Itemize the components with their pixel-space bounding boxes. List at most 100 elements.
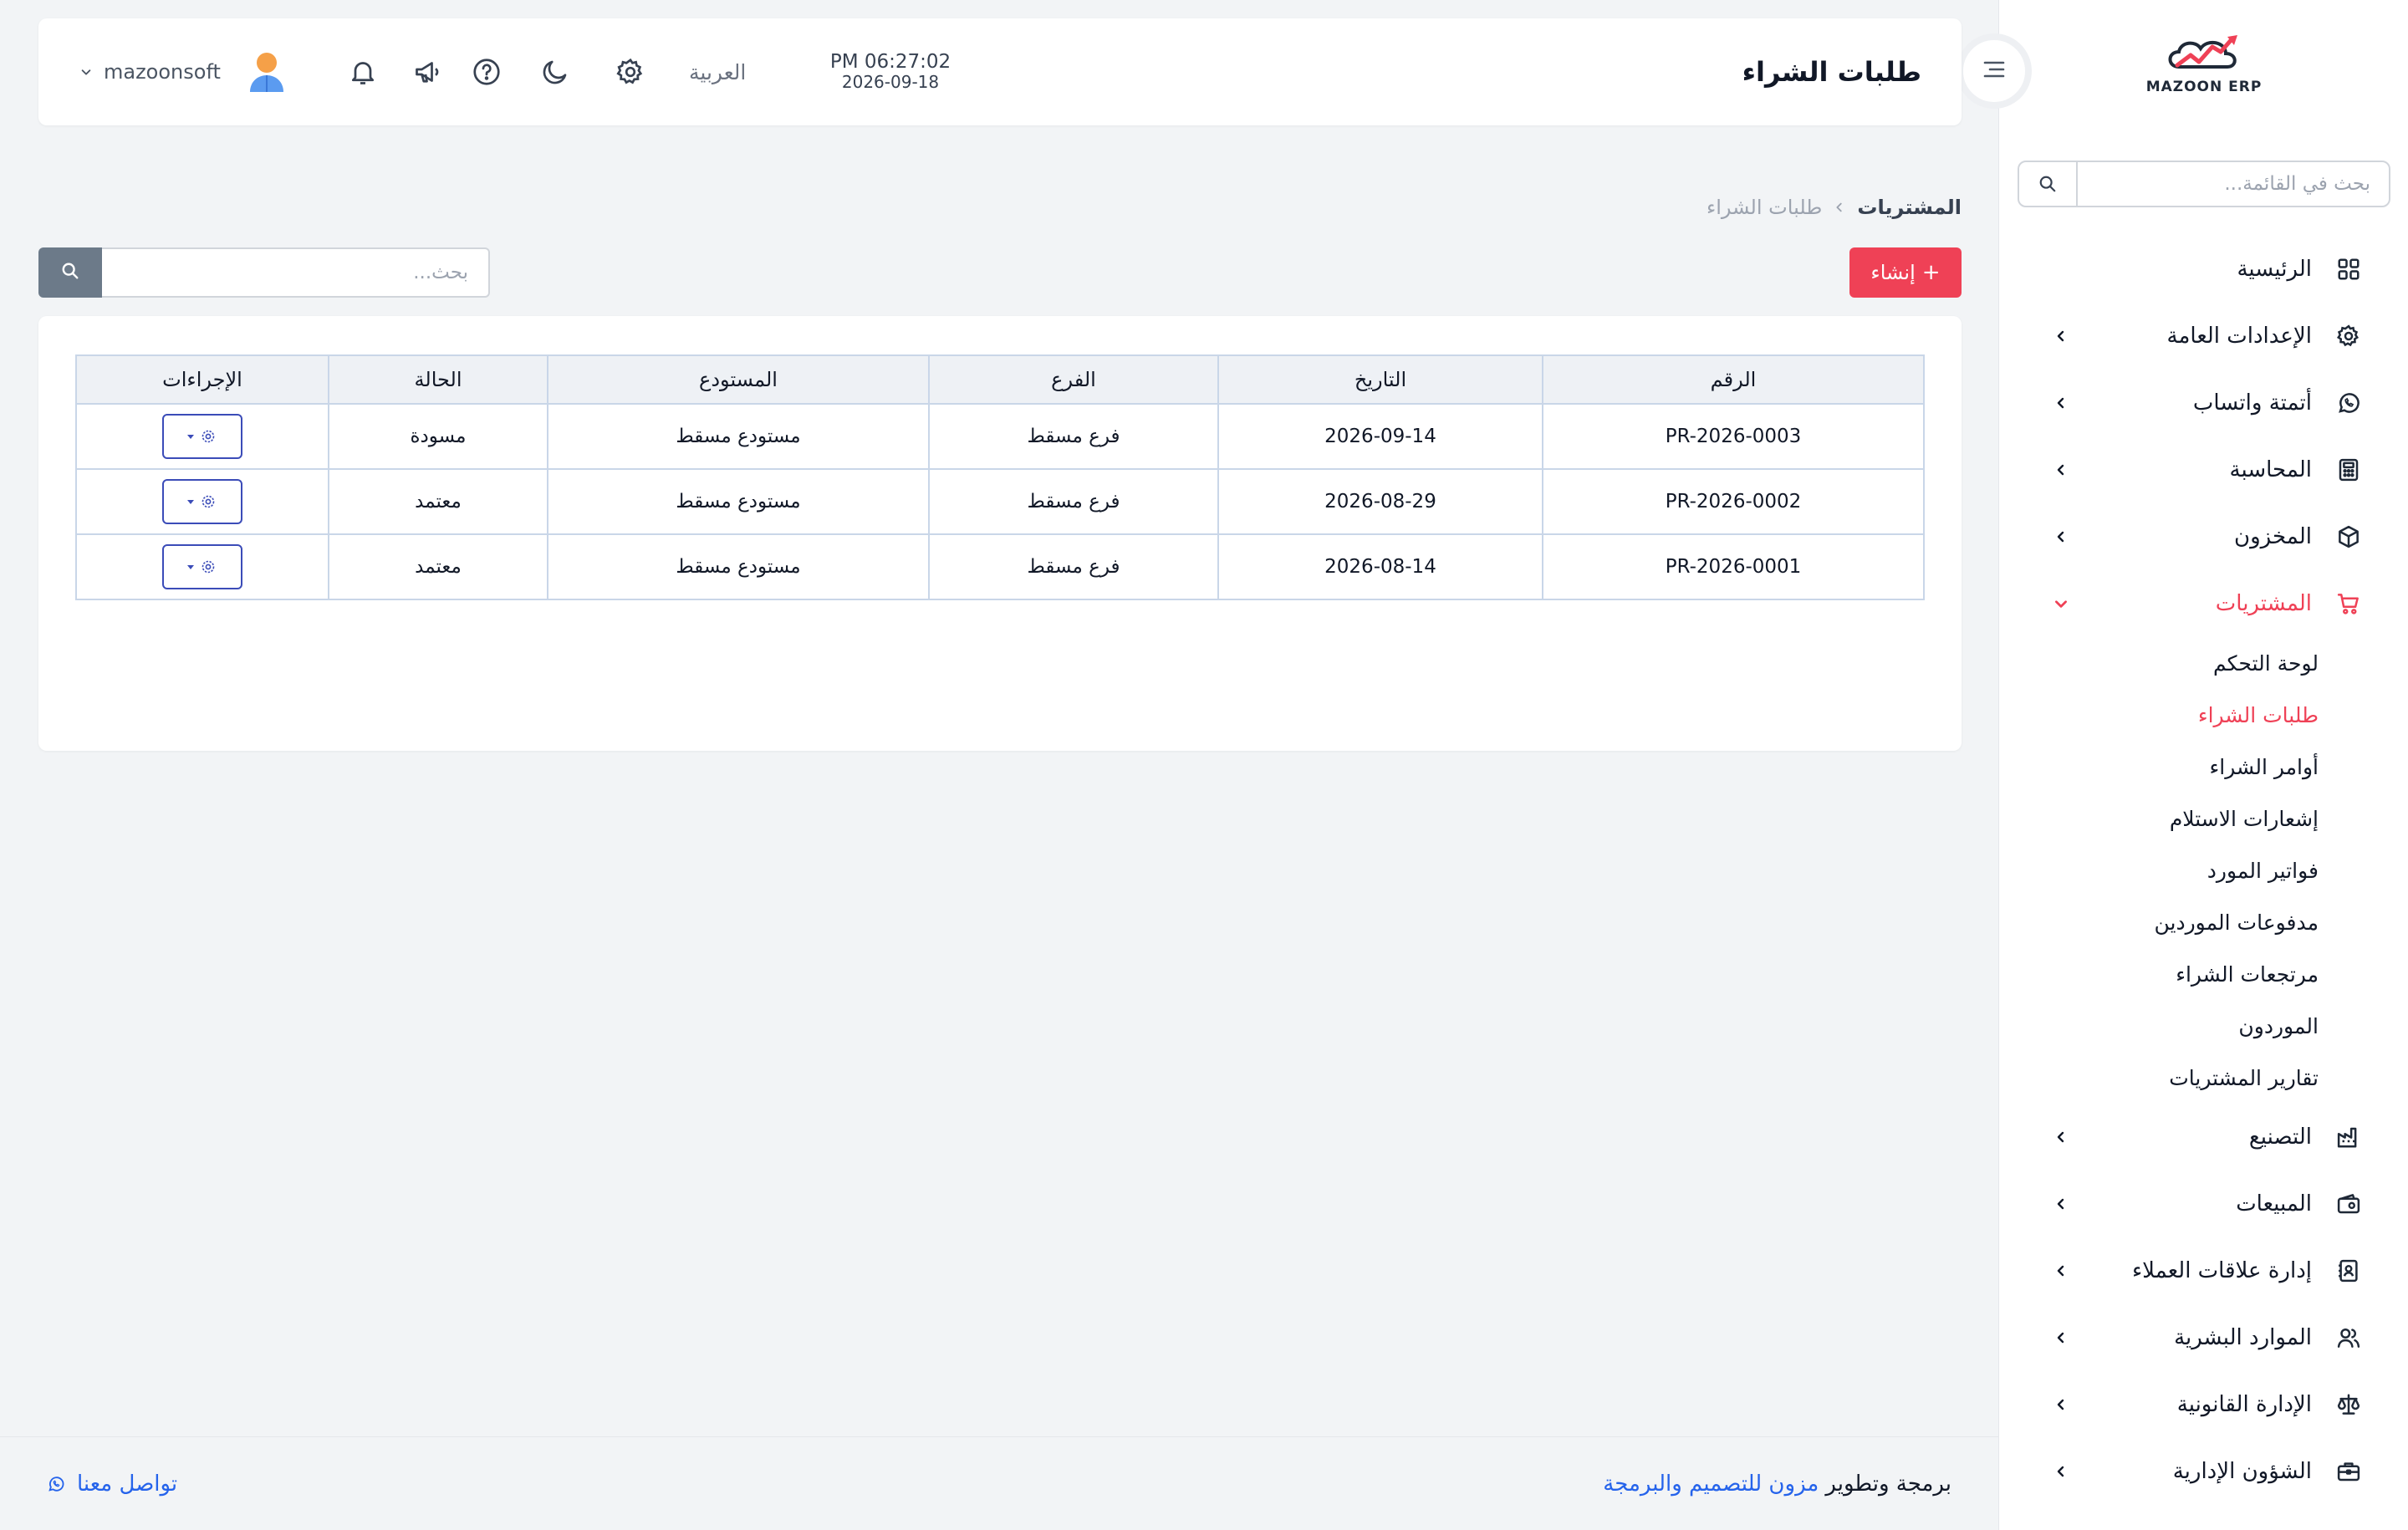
cell-status: معتمد <box>328 468 548 535</box>
dashboard-icon <box>2334 254 2364 284</box>
menu-icon <box>1982 59 2007 84</box>
row-actions-button[interactable] <box>162 479 242 524</box>
contact-label: تواصل معنا <box>77 1471 178 1497</box>
sidebar-item-purchases[interactable]: المشتريات <box>1999 570 2408 637</box>
contacts-icon <box>2334 1256 2364 1286</box>
table-row[interactable]: PR-2026-0003 2026-09-14 فرع مسقط مستودع … <box>75 403 1925 470</box>
clock-time: PM 06:27:02 <box>829 51 951 73</box>
credit-prefix: برمجة وتطوير <box>1825 1471 1951 1497</box>
sidebar-item-label: أتمتة واتساب <box>2192 390 2312 416</box>
credit-company-link[interactable]: مزون للتصميم والبرمجة <box>1603 1471 1819 1497</box>
submenu-item-purchase-orders[interactable]: أوامر الشراء <box>1999 741 2408 793</box>
announcement-icon[interactable] <box>410 54 446 90</box>
table-search <box>38 247 490 298</box>
row-actions-button[interactable] <box>162 414 242 459</box>
avatar <box>246 50 288 94</box>
submenu-item-purchase-returns[interactable]: مرتجعات الشراء <box>1999 948 2408 1000</box>
search-icon[interactable] <box>2019 162 2078 206</box>
chevron-left-icon <box>2049 1259 2073 1283</box>
column-header-number[interactable]: الرقم <box>1542 354 1925 405</box>
calculator-icon <box>2334 455 2364 485</box>
sidebar-item-crm[interactable]: إدارة علاقات العملاء <box>1999 1237 2408 1304</box>
cell-branch: فرع مسقط <box>928 403 1219 470</box>
sidebar-item-manufacturing[interactable]: التصنيع <box>1999 1104 2408 1170</box>
notification-icon[interactable] <box>344 54 381 90</box>
chevron-down-icon <box>2049 592 2073 615</box>
help-icon[interactable] <box>468 54 505 90</box>
logo-text: MAZOON ERP <box>2145 79 2263 95</box>
submenu-item-dashboard[interactable]: لوحة التحكم <box>1999 637 2408 689</box>
search-icon <box>61 262 79 283</box>
sidebar-item-sales[interactable]: المبيعات <box>1999 1170 2408 1237</box>
gear-dropdown-icon <box>187 495 215 508</box>
username: mazoonsoft <box>104 60 221 84</box>
logo-icon <box>2168 35 2237 69</box>
column-header-warehouse[interactable]: المستودع <box>547 354 930 405</box>
create-button[interactable]: + إنشاء <box>1849 247 1962 298</box>
gear-dropdown-icon <box>187 560 215 574</box>
user-menu[interactable]: mazoonsoft <box>79 18 288 125</box>
sidebar-item-label: المشتريات <box>2215 591 2312 616</box>
wallet-icon <box>2334 1189 2364 1219</box>
column-header-branch[interactable]: الفرع <box>928 354 1219 405</box>
table-row[interactable]: PR-2026-0002 2026-08-29 فرع مسقط مستودع … <box>75 468 1925 535</box>
cell-date: 2026-08-29 <box>1217 468 1543 535</box>
sidebar-item-label: الشؤون الإدارية <box>2172 1459 2312 1484</box>
breadcrumb-current: طلبات الشراء <box>1706 196 1823 219</box>
cell-warehouse: مستودع مسقط <box>547 533 930 600</box>
submenu-item-purchase-requests[interactable]: طلبات الشراء <box>1999 689 2408 741</box>
sidebar-item-admin-affairs[interactable]: الشؤون الإدارية <box>1999 1438 2408 1505</box>
breadcrumb-parent[interactable]: المشتريات <box>1857 196 1962 219</box>
users-icon <box>2334 1323 2364 1353</box>
sidebar-item-legal[interactable]: الإدارة القانونية <box>1999 1371 2408 1438</box>
app-logo[interactable]: MAZOON ERP <box>1999 33 2408 95</box>
page-title: طلبات الشراء <box>1742 56 1921 88</box>
sidebar-search-input[interactable] <box>2078 162 2389 206</box>
sidebar-item-general-settings[interactable]: الإعدادات العامة <box>1999 303 2408 370</box>
submenu-item-supplier-payments[interactable]: مدفوعات الموردين <box>1999 896 2408 948</box>
search-button[interactable] <box>38 247 102 298</box>
search-input[interactable] <box>102 247 490 298</box>
submenu-item-suppliers[interactable]: الموردون <box>1999 1000 2408 1052</box>
language-switcher[interactable]: العربية <box>689 18 746 125</box>
settings-icon[interactable] <box>612 54 649 90</box>
plus-icon: + <box>1921 260 1941 285</box>
cart-icon <box>2334 589 2364 619</box>
sidebar-item-accounting[interactable]: المحاسبة <box>1999 436 2408 503</box>
sidebar-item-inventory[interactable]: المخزون <box>1999 503 2408 570</box>
contact-us-link[interactable]: تواصل معنا <box>47 1437 177 1530</box>
dark-mode-icon[interactable] <box>537 54 574 90</box>
sidebar-toggle-button[interactable] <box>1956 33 2032 109</box>
cell-warehouse: مستودع مسقط <box>547 403 930 470</box>
cell-date: 2026-08-14 <box>1217 533 1543 600</box>
chevron-left-icon <box>1834 201 1845 213</box>
sidebar-item-hr[interactable]: الموارد البشرية <box>1999 1304 2408 1371</box>
submenu-item-supplier-invoices[interactable]: فواتير المورد <box>1999 844 2408 896</box>
cell-number: PR-2026-0003 <box>1542 403 1925 470</box>
sidebar-item-whatsapp[interactable]: أتمتة واتساب <box>1999 370 2408 436</box>
sidebar-item-home[interactable]: الرئيسية <box>1999 236 2408 303</box>
chevron-left-icon <box>2049 1326 2073 1349</box>
chevron-left-icon <box>2049 1460 2073 1483</box>
sidebar-search <box>2018 161 2390 207</box>
submenu-item-purchase-reports[interactable]: تقارير المشتريات <box>1999 1052 2408 1104</box>
cell-status: معتمد <box>328 533 548 600</box>
breadcrumb: المشتريات طلبات الشراء <box>1707 191 1962 224</box>
chevron-down-icon <box>79 64 94 79</box>
clock: PM 06:27:02 2026-09-18 <box>794 51 987 91</box>
row-actions-button[interactable] <box>162 544 242 589</box>
column-header-date[interactable]: التاريخ <box>1217 354 1543 405</box>
sidebar-item-label: الإدارة القانونية <box>2176 1392 2312 1417</box>
chevron-left-icon <box>2049 1393 2073 1416</box>
gear-dropdown-icon <box>187 430 215 443</box>
column-header-actions: الإجراءات <box>75 354 329 405</box>
cell-status: مسودة <box>328 403 548 470</box>
sidebar: MAZOON ERP الرئيسية الإعدادات العامة أتم… <box>1998 0 2408 1530</box>
column-header-status[interactable]: الحالة <box>328 354 548 405</box>
submenu-item-receipt-notes[interactable]: إشعارات الاستلام <box>1999 793 2408 844</box>
chevron-left-icon <box>2049 1192 2073 1216</box>
factory-icon <box>2334 1122 2364 1152</box>
chevron-left-icon <box>2049 324 2073 348</box>
whatsapp-icon <box>2334 388 2364 418</box>
table-row[interactable]: PR-2026-0001 2026-08-14 فرع مسقط مستودع … <box>75 533 1925 600</box>
